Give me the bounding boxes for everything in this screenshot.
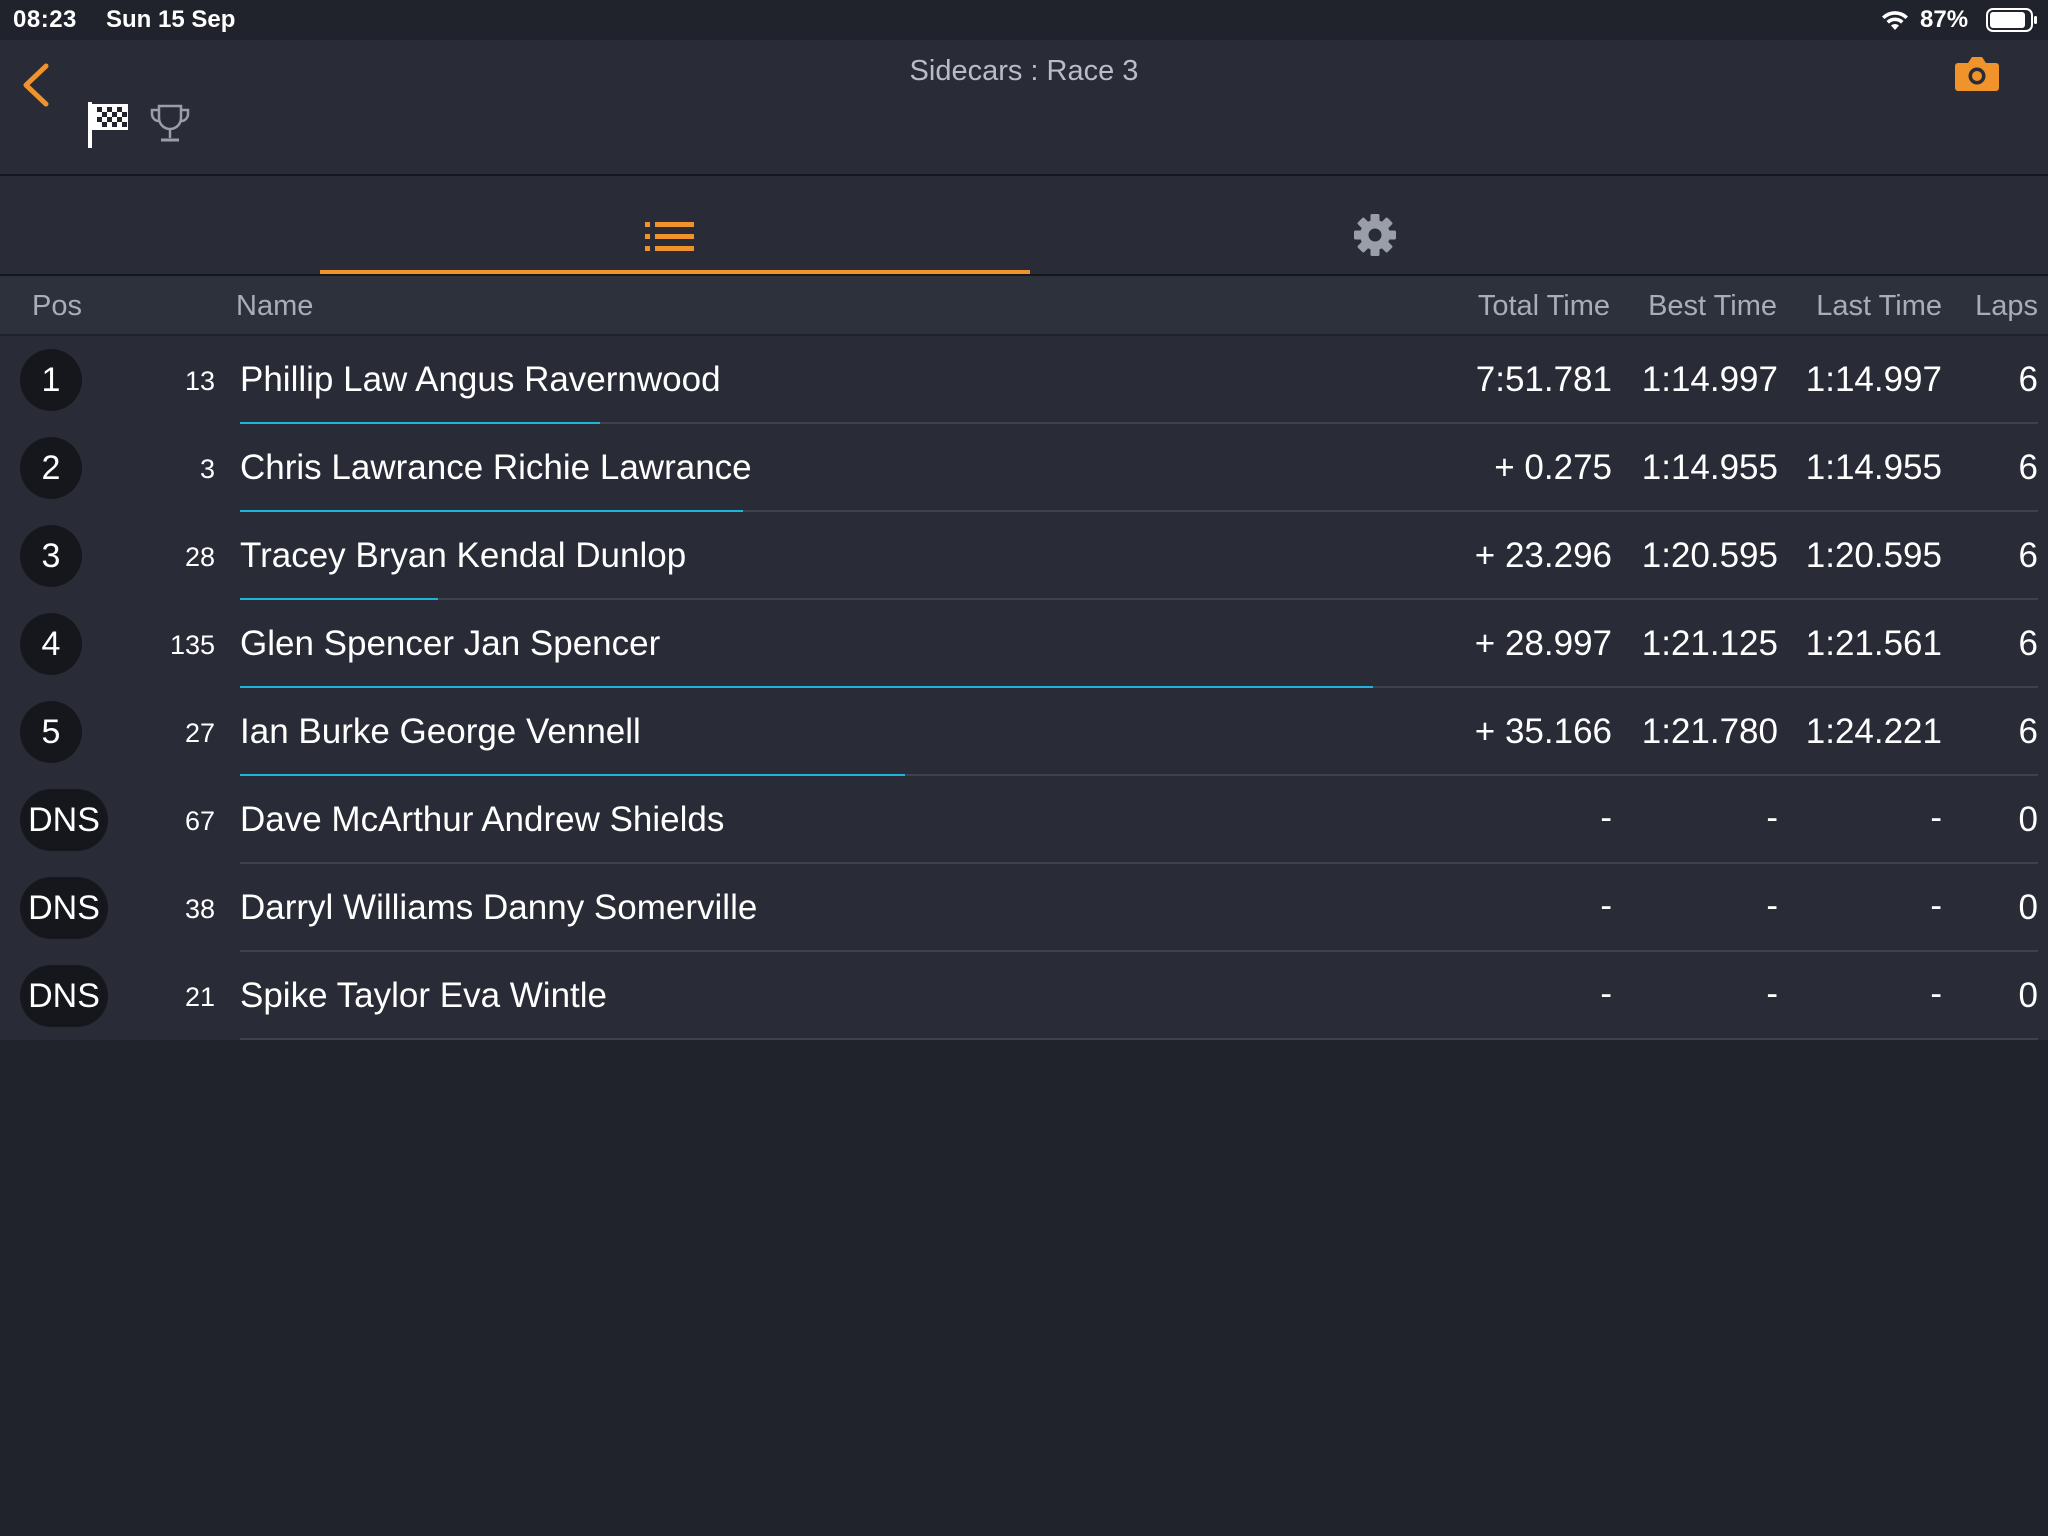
car-number: 135 — [169, 630, 215, 660]
driver-names: Tracey Bryan Kendal Dunlop — [240, 536, 687, 575]
table-row[interactable]: DNS 38 Darryl Williams Danny Somerville … — [0, 864, 2048, 952]
row-divider — [240, 1038, 2038, 1040]
total-time: - — [1600, 974, 1612, 1013]
laps: 6 — [2018, 448, 2038, 487]
best-time: 1:14.997 — [1641, 360, 1778, 399]
driver-names: Ian Burke George Vennell — [240, 712, 641, 751]
active-tab-indicator — [320, 270, 1030, 274]
status-bar: 08:23 Sun 15 Sep 87% — [0, 0, 2048, 40]
trophy-icon[interactable] — [148, 102, 192, 151]
position-badge: 2 — [20, 437, 82, 499]
column-header-laps[interactable]: Laps — [1975, 290, 2038, 323]
best-time: 1:14.955 — [1641, 448, 1778, 487]
position-badge: 5 — [20, 701, 82, 763]
list-icon — [645, 221, 695, 258]
total-time: + 28.997 — [1474, 624, 1612, 663]
column-header-last-time[interactable]: Last Time — [1816, 290, 1942, 323]
car-number: 13 — [184, 366, 215, 396]
last-time: 1:24.221 — [1805, 712, 1942, 751]
car-number: 3 — [199, 454, 215, 484]
last-time: 1:21.561 — [1805, 624, 1942, 663]
battery-icon — [1986, 8, 2038, 37]
driver-names: Darryl Williams Danny Somerville — [240, 888, 758, 927]
last-time: - — [1930, 886, 1942, 925]
camera-icon — [1955, 57, 1999, 91]
tab-bar — [0, 176, 2048, 276]
car-number: 38 — [184, 894, 215, 924]
driver-names: Spike Taylor Eva Wintle — [240, 976, 608, 1015]
best-time: - — [1766, 798, 1778, 837]
column-header-total-time[interactable]: Total Time — [1478, 290, 1610, 323]
wifi-icon — [1880, 8, 1910, 37]
table-row[interactable]: 3 28 Tracey Bryan Kendal Dunlop + 23.296… — [0, 512, 2048, 600]
position-badge: DNS — [20, 965, 108, 1027]
position-badge: 1 — [20, 349, 82, 411]
best-time: - — [1766, 974, 1778, 1013]
laps: 0 — [2018, 888, 2038, 927]
last-time: - — [1930, 974, 1942, 1013]
best-time: 1:21.780 — [1641, 712, 1778, 751]
position-badge: 4 — [20, 613, 82, 675]
laps: 6 — [2018, 536, 2038, 575]
laps: 6 — [2018, 360, 2038, 399]
laps: 6 — [2018, 712, 2038, 751]
total-time: + 23.296 — [1474, 536, 1612, 575]
laps: 0 — [2018, 976, 2038, 1015]
total-time: - — [1600, 798, 1612, 837]
nav-header: Sidecars : Race 3 — [0, 40, 2048, 176]
checkered-flag-icon[interactable] — [86, 100, 132, 155]
total-time: 7:51.781 — [1475, 360, 1612, 399]
tab-results-list[interactable] — [320, 176, 1030, 274]
last-time: 1:14.955 — [1805, 448, 1942, 487]
status-time: 08:23 — [13, 6, 77, 33]
driver-names: Chris Lawrance Richie Lawrance — [240, 448, 752, 487]
table-row[interactable]: 1 13 Phillip Law Angus Ravernwood 7:51.7… — [0, 336, 2048, 424]
column-header-pos[interactable]: Pos — [32, 290, 82, 323]
car-number: 67 — [184, 806, 215, 836]
total-time: + 0.275 — [1494, 448, 1612, 487]
total-time: + 35.166 — [1474, 712, 1612, 751]
driver-names: Dave McArthur Andrew Shields — [240, 800, 725, 839]
driver-names: Glen Spencer Jan Spencer — [240, 624, 661, 663]
tab-settings[interactable] — [1030, 176, 1720, 274]
total-time: - — [1600, 886, 1612, 925]
laps: 0 — [2018, 800, 2038, 839]
driver-names: Phillip Law Angus Ravernwood — [240, 360, 721, 399]
table-row[interactable]: DNS 67 Dave McArthur Andrew Shields - - … — [0, 776, 2048, 864]
column-header-best-time[interactable]: Best Time — [1648, 290, 1777, 323]
position-badge: DNS — [20, 877, 108, 939]
results-table-header: Pos Name Total Time Best Time Last Time … — [0, 276, 2048, 334]
best-time: 1:20.595 — [1641, 536, 1778, 575]
car-number: 28 — [184, 542, 215, 572]
table-row[interactable]: DNS 21 Spike Taylor Eva Wintle - - - 0 — [0, 952, 2048, 1040]
column-header-name[interactable]: Name — [236, 290, 313, 323]
car-number: 21 — [184, 982, 215, 1012]
status-date: Sun 15 Sep — [106, 6, 236, 33]
gear-icon — [1352, 212, 1398, 263]
position-badge: 3 — [20, 525, 82, 587]
results-table-body: 1 13 Phillip Law Angus Ravernwood 7:51.7… — [0, 336, 2048, 1040]
table-row[interactable]: 2 3 Chris Lawrance Richie Lawrance + 0.2… — [0, 424, 2048, 512]
position-badge: DNS — [20, 789, 108, 851]
car-number: 27 — [184, 718, 215, 748]
battery-percent: 87% — [1920, 6, 1969, 33]
table-row[interactable]: 5 27 Ian Burke George Vennell + 35.166 1… — [0, 688, 2048, 776]
last-time: - — [1930, 798, 1942, 837]
best-time: 1:21.125 — [1641, 624, 1778, 663]
table-row[interactable]: 4 135 Glen Spencer Jan Spencer + 28.997 … — [0, 600, 2048, 688]
page-title: Sidecars : Race 3 — [909, 55, 1139, 87]
last-time: 1:20.595 — [1805, 536, 1942, 575]
best-time: - — [1766, 886, 1778, 925]
laps: 6 — [2018, 624, 2038, 663]
camera-button[interactable] — [1954, 54, 2000, 97]
last-time: 1:14.997 — [1805, 360, 1942, 399]
